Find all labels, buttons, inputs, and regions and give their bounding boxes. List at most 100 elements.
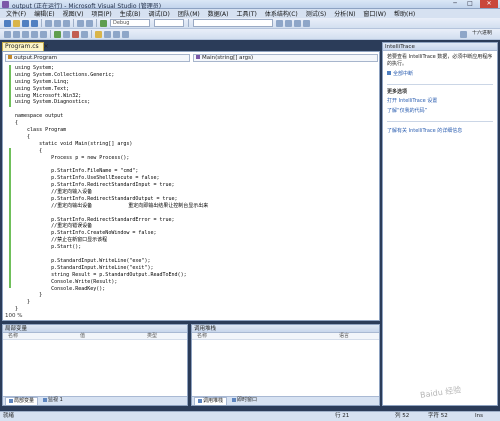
menu-project[interactable]: 项目(P) — [87, 9, 115, 18]
code-text[interactable]: using System; using System.Collections.Ge… — [15, 65, 375, 313]
code-line[interactable]: { — [15, 148, 375, 155]
code-line[interactable]: Console.Write(Result); — [15, 279, 375, 286]
code-editor[interactable]: output.Program Main(string[] args) using… — [2, 51, 380, 321]
code-line[interactable]: } — [15, 292, 375, 299]
column-type[interactable]: 类型 — [147, 333, 157, 339]
zoom-level[interactable]: 100 % — [5, 313, 22, 319]
code-line[interactable]: //重定向输入设备 — [15, 189, 375, 196]
learn-just-my-code-link[interactable]: 了解“仅我的代码” — [383, 108, 497, 118]
menu-window[interactable]: 窗口(W) — [359, 9, 390, 18]
menu-debug[interactable]: 调试(D) — [145, 9, 174, 18]
save-icon[interactable] — [22, 19, 29, 27]
comment-icon[interactable] — [31, 30, 38, 38]
new-project-icon[interactable] — [4, 19, 11, 27]
stop-debugging-icon[interactable] — [72, 30, 79, 38]
save-all-icon[interactable] — [31, 19, 38, 27]
code-line[interactable]: string Result = p.StandardOutput.ReadToE… — [15, 272, 375, 279]
column-name[interactable]: 名称 — [197, 333, 207, 339]
properties-icon[interactable] — [294, 19, 301, 27]
column-value[interactable]: 值 — [80, 333, 85, 339]
text-editor-icon[interactable] — [4, 30, 11, 38]
step-into-icon[interactable] — [104, 30, 111, 38]
tab-close-icon[interactable]: × — [44, 43, 49, 50]
open-intellitrace-settings-link[interactable]: 打开 IntelliTrace 设置 — [383, 95, 497, 108]
menu-edit[interactable]: 编辑(E) — [30, 9, 58, 18]
platform-dropdown[interactable] — [154, 19, 184, 27]
uncomment-icon[interactable] — [40, 30, 47, 38]
code-line[interactable]: p.StartInfo.RedirectStandardInput = true… — [15, 182, 375, 189]
code-line[interactable]: Console.ReadKey(); — [15, 286, 375, 293]
code-line[interactable]: namespace output — [15, 113, 375, 120]
tab-locals[interactable]: 局部变量 — [5, 397, 39, 405]
start-debugging-icon[interactable] — [100, 19, 107, 27]
type-navigation-dropdown[interactable]: output.Program — [5, 54, 190, 62]
code-line[interactable]: p.StartInfo.UseShellExecute = false; — [15, 175, 375, 182]
menu-view[interactable]: 视图(V) — [59, 9, 88, 18]
code-line[interactable] — [15, 210, 375, 217]
menu-architecture[interactable]: 体系结构(C) — [261, 9, 302, 18]
undo-icon[interactable] — [77, 19, 84, 27]
menu-test[interactable]: 测试(S) — [302, 9, 331, 18]
indent-icon[interactable] — [13, 30, 20, 38]
code-line[interactable]: using System.Text; — [15, 86, 375, 93]
code-line[interactable] — [15, 161, 375, 168]
toolbox-icon[interactable] — [303, 19, 310, 27]
code-line[interactable]: using Microsoft.Win32; — [15, 93, 375, 100]
tab-immediate-window[interactable]: 即时窗口 — [229, 397, 260, 405]
menu-help[interactable]: 帮助(H) — [390, 9, 419, 18]
cut-icon[interactable] — [45, 19, 52, 27]
tab-call-stack[interactable]: 调用堆栈 — [194, 397, 228, 405]
code-line[interactable]: Process p = new Process(); — [15, 155, 375, 162]
find-combo[interactable] — [193, 19, 273, 27]
step-out-icon[interactable] — [122, 30, 129, 38]
member-navigation-dropdown[interactable]: Main(string[] args) — [193, 54, 378, 62]
code-line[interactable]: p.StartInfo.RedirectStandardOutput = tru… — [15, 196, 375, 203]
code-line[interactable]: p.Start(); — [15, 244, 375, 251]
close-button[interactable]: ✕ — [480, 0, 498, 8]
show-next-statement-icon[interactable] — [95, 30, 102, 38]
paste-icon[interactable] — [63, 19, 70, 27]
open-file-icon[interactable] — [13, 19, 20, 27]
continue-icon[interactable] — [54, 30, 61, 38]
hex-toggle-icon[interactable] — [460, 30, 467, 38]
code-line[interactable]: } — [15, 299, 375, 306]
break-all-icon[interactable] — [63, 30, 70, 38]
maximize-button[interactable]: □ — [463, 0, 477, 8]
code-line[interactable]: { — [15, 134, 375, 141]
code-line[interactable]: using System.Linq; — [15, 79, 375, 86]
code-line[interactable]: //重定向错误设备 — [15, 223, 375, 230]
minimize-button[interactable]: ─ — [448, 0, 462, 8]
menu-build[interactable]: 生成(B) — [116, 9, 145, 18]
menu-analyze[interactable]: 分析(N) — [330, 9, 359, 18]
code-line[interactable]: } — [15, 306, 375, 313]
menu-file[interactable]: 文件(F) — [2, 9, 30, 18]
outdent-icon[interactable] — [22, 30, 29, 38]
column-language[interactable]: 语言 — [339, 333, 349, 339]
code-line[interactable]: using System.Collections.Generic; — [15, 72, 375, 79]
step-over-icon[interactable] — [113, 30, 120, 38]
tab-program-cs[interactable]: Program.cs × — [2, 42, 49, 51]
copy-icon[interactable] — [54, 19, 61, 27]
about-intellitrace-link[interactable]: 了解有关 IntelliTrace 的详细信息 — [383, 125, 497, 138]
restart-icon[interactable] — [81, 30, 88, 38]
menu-team[interactable]: 团队(M) — [174, 9, 204, 18]
code-line[interactable]: using System; — [15, 65, 375, 72]
hex-display-button[interactable]: 十六进制 — [470, 30, 498, 38]
menu-data[interactable]: 数据(A) — [204, 9, 233, 18]
code-line[interactable]: p.StandardInput.WriteLine("exit"); — [15, 265, 375, 272]
tab-watch-1[interactable]: 监视 1 — [40, 397, 66, 405]
code-line[interactable]: class Program — [15, 127, 375, 134]
configuration-dropdown[interactable]: Debug — [110, 19, 150, 27]
column-name[interactable]: 名称 — [8, 333, 18, 339]
code-line[interactable]: //禁止在新窗口显示该程 — [15, 237, 375, 244]
code-line[interactable] — [15, 106, 375, 113]
code-line[interactable]: using System.Diagnostics; — [15, 99, 375, 106]
code-line[interactable]: //重定向输出设备 重定向即输出结果让控制台显示出来 — [15, 203, 375, 210]
code-line[interactable]: static void Main(string[] args) — [15, 141, 375, 148]
code-line[interactable]: { — [15, 120, 375, 127]
redo-icon[interactable] — [86, 19, 93, 27]
find-icon[interactable] — [276, 19, 283, 27]
code-line[interactable] — [15, 251, 375, 258]
break-all-link[interactable]: 全部中断 — [383, 71, 497, 81]
solution-explorer-icon[interactable] — [285, 19, 292, 27]
